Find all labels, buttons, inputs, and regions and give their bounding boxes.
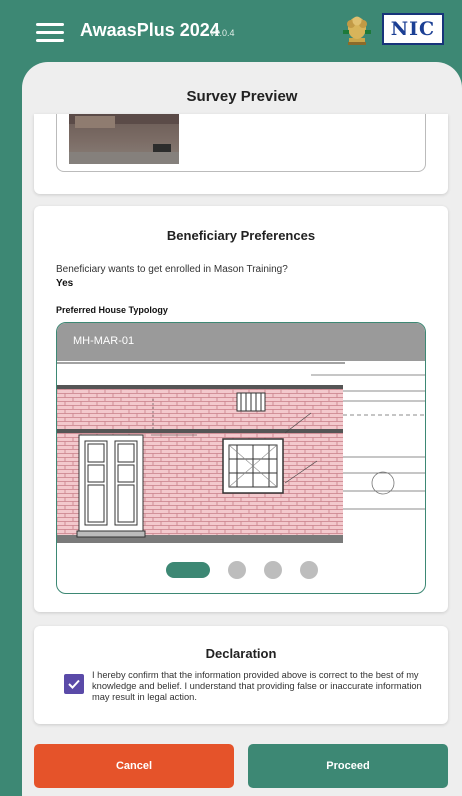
declaration-checkbox[interactable] [64, 674, 84, 694]
mason-training-answer: Yes [56, 278, 74, 289]
declaration-card: Declaration I hereby confirm that the in… [34, 626, 448, 724]
national-emblem-icon [340, 14, 374, 46]
app-version: v2.0.4 [210, 28, 235, 38]
left-edge [0, 62, 22, 796]
mason-training-question: Beneficiary wants to get enrolled in Mas… [56, 264, 288, 275]
carousel-dot-1[interactable] [166, 562, 210, 578]
nic-logo-text: NIC [390, 18, 436, 40]
checkmark-icon [68, 679, 80, 689]
carousel-dot-2[interactable] [228, 561, 246, 579]
typology-header: MH-MAR-01 [57, 323, 425, 361]
cancel-button[interactable]: Cancel [34, 744, 234, 788]
declaration-title: Declaration [205, 646, 277, 661]
carousel-pagination [57, 561, 425, 579]
proceed-button[interactable]: Proceed [248, 744, 448, 788]
house-photo[interactable] [69, 114, 179, 164]
section-title: Beneficiary Preferences [166, 228, 316, 243]
typology-carousel[interactable]: MH-MAR-01 [56, 322, 426, 594]
app-title: AwaasPlus 2024 [80, 20, 220, 40]
beneficiary-preferences-card: Beneficiary Preferences Beneficiary want… [34, 206, 448, 612]
declaration-text: I hereby confirm that the information pr… [92, 670, 422, 703]
photo-card [34, 114, 448, 194]
carousel-dot-4[interactable] [300, 561, 318, 579]
typology-label: Preferred House Typology [56, 305, 168, 315]
page-title: Survey Preview [186, 88, 298, 105]
app-bar: AwaasPlus 2024 v2.0.4 NIC [0, 0, 462, 62]
photo-frame [56, 114, 426, 172]
nic-logo: NIC [382, 13, 444, 45]
menu-icon[interactable] [36, 23, 64, 43]
house-elevation-drawing[interactable] [57, 361, 426, 547]
typology-name: MH-MAR-01 [73, 335, 135, 347]
carousel-dot-3[interactable] [264, 561, 282, 579]
